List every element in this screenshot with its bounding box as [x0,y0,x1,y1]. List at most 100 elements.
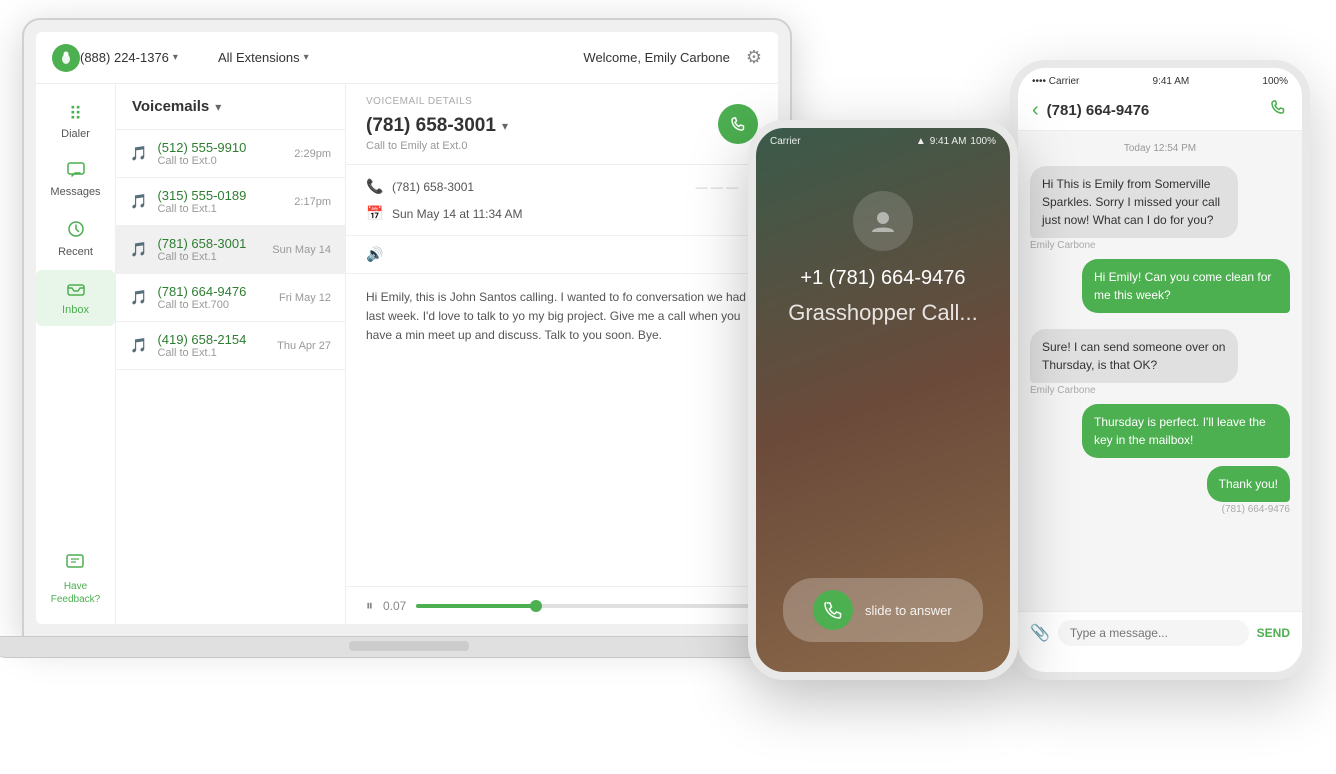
msg-bubble-wrap: Hi Emily! Can you come clean for me this… [1030,259,1290,313]
messages-label: Messages [50,186,100,198]
attach-icon[interactable]: 📎 [1030,623,1050,643]
app-header: (888) 224-1376 ▾ All Extensions ▾ Welcom… [36,32,778,84]
voicemail-number: (419) 658-2154 [157,332,277,347]
back-button[interactable]: ‹ [1032,99,1039,122]
feedback-icon [66,554,84,577]
laptop-base [0,636,824,658]
msg-time: 9:41 AM [1153,76,1190,87]
voicemail-audio-icon: 🎵 [130,193,147,210]
header-phone-selector[interactable]: (888) 224-1376 ▾ [80,50,178,65]
sidebar-item-messages[interactable]: Messages [36,152,115,208]
voicemail-ext: Call to Ext.1 [157,203,294,215]
ext-chevron-icon: ▾ [304,52,309,63]
call-screen: +1 (781) 664-9476 Grasshopper Call... [756,151,1010,356]
msg-bubble: Hi This is Emily from Somerville Sparkle… [1030,166,1238,238]
details-phone-value: (781) 658-3001 [392,180,474,194]
voicemail-info: (512) 555-9910 Call to Ext.0 [157,140,294,167]
voicemail-time: 2:29pm [294,148,331,160]
voicemail-number: (315) 555-0189 [157,188,294,203]
laptop-notch [349,641,469,651]
voicemail-list-title: Voicemails [132,98,209,115]
msg-bubble: Thursday is perfect. I'll leave the key … [1082,404,1290,458]
slide-text: slide to answer [865,603,952,618]
call-app-label: Grasshopper Call... [788,300,978,326]
voicemail-item[interactable]: 🎵 (781) 664-9476 Call to Ext.700 Fri May… [116,274,345,322]
msg-bubble-wrap: Thank you! (781) 664-9476 [1030,466,1290,515]
voicemail-number: (512) 555-9910 [157,140,294,155]
voicemail-ext: Call to Ext.0 [157,155,294,167]
call-status-icons: ▲ 9:41 AM 100% [916,136,996,147]
sidebar-item-recent[interactable]: Recent [36,210,115,268]
voicemail-number: (781) 658-3001 [157,236,272,251]
voicemail-time: Fri May 12 [279,292,331,304]
msg-bubble-wrap: Thursday is perfect. I'll leave the key … [1030,404,1290,458]
voicemail-item[interactable]: 🎵 (512) 555-9910 Call to Ext.0 2:29pm [116,130,345,178]
header-extension-selector[interactable]: All Extensions ▾ [218,50,309,65]
call-time: 9:41 AM [930,136,967,147]
inbox-icon [67,280,85,301]
details-date-row: 📅 Sun May 14 at 11:34 AM [366,200,758,227]
call-number: +1 (781) 664-9476 [800,267,965,290]
audio-controls: ⏸ 0.07 [346,586,778,624]
audio-thumb [530,600,542,612]
voicemail-chevron-icon: ▾ [215,100,221,114]
voicemail-item[interactable]: 🎵 (419) 658-2154 Call to Ext.1 Thu Apr 2… [116,322,345,370]
msg-contact-info: (781) 664-9476 [1047,102,1270,119]
audio-fill [416,604,536,608]
dialer-icon: ⠿ [69,104,82,125]
voicemail-list-header: Voicemails ▾ [116,84,345,130]
call-battery: 100% [970,136,996,147]
header-welcome: Welcome, Emily Carbone [583,50,729,65]
volume-icon: 🔊 [366,246,383,263]
voicemail-audio-icon: 🎵 [130,241,147,258]
calendar-meta-icon: 📅 [366,205,382,222]
laptop-screen: (888) 224-1376 ▾ All Extensions ▾ Welcom… [36,32,778,624]
voicemail-info: (419) 658-2154 Call to Ext.1 [157,332,277,359]
voicemail-item-selected[interactable]: 🎵 (781) 658-3001 Call to Ext.1 Sun May 1… [116,226,345,274]
answer-circle [813,590,853,630]
send-button[interactable]: SEND [1257,626,1290,640]
phone-messages-mockup: •••• Carrier 9:41 AM 100% ‹ (781) 664-94… [1010,60,1310,680]
msg-date-label: Today 12:54 PM [1030,139,1290,158]
caller-avatar [853,191,913,251]
welcome-text: Welcome, [583,50,641,65]
details-meta: 📞 (781) 658-3001 — — — ↗ 📅 Sun May 14 at… [346,165,778,236]
audio-time: 0.07 [383,599,406,613]
msg-bubble-wrap: Sure! I can send someone over on Thursda… [1030,329,1290,396]
msg-bubble: Hi Emily! Can you come clean for me this… [1082,259,1290,313]
msg-carrier: •••• Carrier [1032,76,1079,87]
message-input[interactable] [1058,620,1249,646]
details-number-row: (781) 658-3001 ▾ [366,115,508,137]
phone-chevron-icon: ▾ [173,52,178,63]
details-phone-dots: — — — [696,180,739,194]
voicemail-item[interactable]: 🎵 (315) 555-0189 Call to Ext.1 2:17pm [116,178,345,226]
app-body: ⠿ Dialer Messages [36,84,778,624]
voicemail-info: (781) 664-9476 Call to Ext.700 [157,284,279,311]
msg-sender: Emily Carbone [1030,385,1096,396]
messages-icon [67,162,85,183]
sidebar: ⠿ Dialer Messages [36,84,116,624]
sidebar-item-inbox[interactable]: Inbox [36,270,115,326]
details-phone-number: (781) 658-3001 [366,115,496,137]
msg-bubble: Sure! I can send someone over on Thursda… [1030,329,1238,383]
phone-call-mockup: Carrier ▲ 9:41 AM 100% +1 (781) 664-9476… [748,120,1018,680]
transcript-text: Hi Emily, this is John Santos calling. I… [366,290,746,342]
voicemail-ext: Call to Ext.1 [157,347,277,359]
details-date-value: Sun May 14 at 11:34 AM [392,207,523,221]
settings-icon[interactable]: ⚙ [746,47,762,68]
msg-footer: 📎 SEND [1018,611,1302,654]
feedback-button[interactable]: HaveFeedback? [43,546,108,614]
voicemail-time: 2:17pm [294,196,331,208]
header-extensions-label: All Extensions [218,50,300,65]
slide-to-answer[interactable]: slide to answer [783,578,983,642]
msg-bubble-wrap: Hi This is Emily from Somerville Sparkle… [1030,166,1290,251]
msg-status-bar: •••• Carrier 9:41 AM 100% [1018,68,1302,91]
voicemail-ext: Call to Ext.1 [157,251,272,263]
recent-label: Recent [58,246,93,258]
audio-progress-bar[interactable] [416,604,758,608]
pause-button[interactable]: ⏸ [366,597,373,614]
dialer-label: Dialer [61,128,90,140]
details-transcript: Hi Emily, this is John Santos calling. I… [346,274,778,586]
msg-call-icon[interactable] [1270,99,1288,122]
sidebar-item-dialer[interactable]: ⠿ Dialer [36,94,115,150]
